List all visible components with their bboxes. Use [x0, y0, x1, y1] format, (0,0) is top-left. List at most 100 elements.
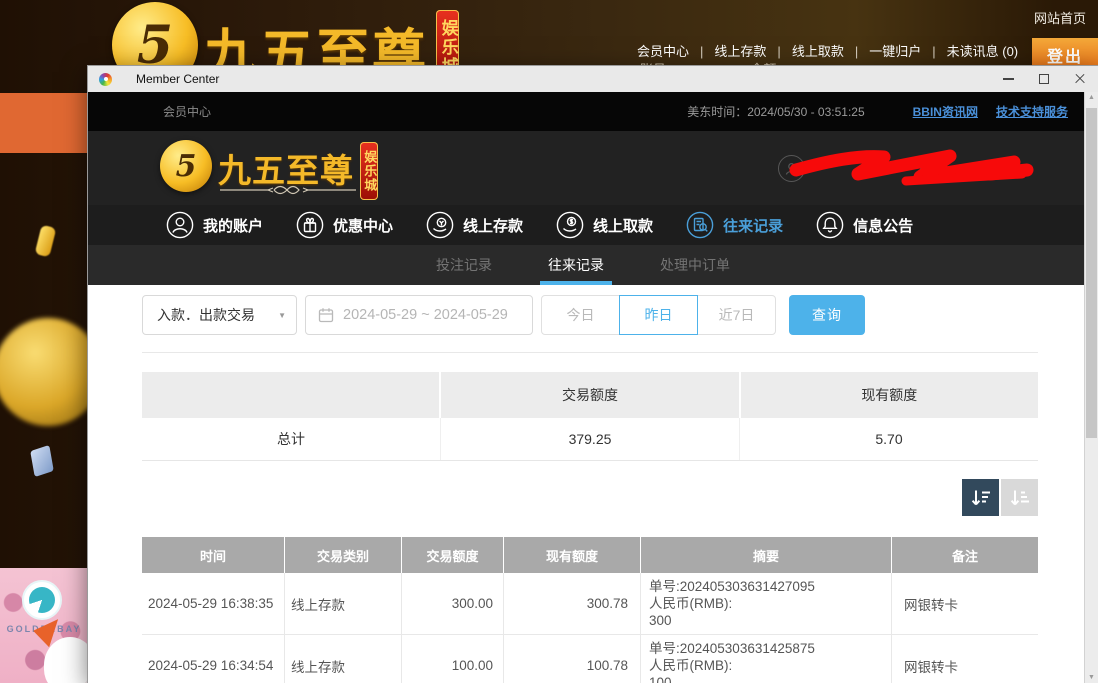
date-range-input[interactable]: 2024-05-29 ~ 2024-05-29 — [305, 295, 533, 335]
sort-controls — [142, 479, 1038, 516]
transaction-type-value: 入款．出款交易 — [157, 305, 278, 325]
nav-label: 我的账户 — [203, 215, 263, 236]
bell-icon — [816, 211, 844, 239]
minimize-button[interactable] — [990, 66, 1026, 92]
cell-balance: 300.78 — [503, 573, 640, 634]
nav-online-withdraw[interactable]: 线上取款 — [556, 211, 653, 239]
sort-ascending-button[interactable] — [1001, 479, 1038, 516]
records-icon — [686, 211, 714, 239]
cell-time: 2024-05-29 16:38:35 — [142, 573, 284, 634]
order-number: 单号:202405303631425875 — [649, 640, 815, 657]
table-row: 2024-05-29 16:38:35 线上存款 300.00 300.78 单… — [142, 573, 1038, 635]
col-summary: 摘要 — [640, 537, 891, 573]
scrollbar-thumb[interactable] — [1086, 108, 1097, 438]
link-withdraw[interactable]: 线上取款 — [766, 41, 843, 60]
goldenbay-logo-icon — [22, 580, 62, 620]
withdraw-coin-icon — [556, 211, 584, 239]
brand-coin-icon: 5 — [160, 140, 212, 192]
summary-table: 交易额度 现有额度 总计 379.25 5.70 — [142, 372, 1038, 461]
link-unread-messages[interactable]: 未读讯息 (0) — [921, 41, 1018, 60]
cell-summary: 单号:202405303631427095 人民币(RMB): 300 — [640, 573, 891, 634]
col-note: 备注 — [891, 537, 1038, 573]
cell-summary: 单号:202405303631425875 人民币(RMB): 100 — [640, 635, 891, 683]
member-center-window: Member Center 会员中心 美东时间：2024/05/30 - 03:… — [88, 66, 1098, 683]
tech-support-link[interactable]: 技术支持服务 — [996, 103, 1068, 120]
link-deposit[interactable]: 线上存款 — [689, 41, 766, 60]
cell-type: 线上存款 — [284, 635, 401, 683]
window-titlebar[interactable]: Member Center — [88, 66, 1098, 92]
nav-transaction-records[interactable]: 往来记录 — [686, 211, 783, 239]
scroll-up-icon[interactable]: ▲ — [1085, 94, 1098, 101]
cell-amount: 300.00 — [401, 573, 503, 634]
site-nav-links: 会员中心 线上存款 线上取款 一键归户 未读讯息 (0) — [637, 41, 1018, 60]
currency-amount: 300 — [649, 612, 815, 629]
site-home-link[interactable]: 网站首页 — [1034, 8, 1086, 27]
cell-type: 线上存款 — [284, 573, 401, 634]
window-header: 5 九五至尊 娱乐城 — [88, 131, 1098, 205]
window-scrollbar[interactable]: ▲ ▼ — [1084, 92, 1098, 683]
app-icon — [99, 73, 112, 86]
goldenbay-banner: GOLDENBAY — [0, 568, 88, 683]
currency-amount: 100 — [649, 674, 815, 683]
cell-note: 网银转卡 — [891, 573, 1038, 634]
summary-header-balance: 现有额度 — [739, 372, 1038, 418]
link-one-key[interactable]: 一键归户 — [844, 41, 921, 60]
maximize-button[interactable] — [1026, 66, 1062, 92]
redaction-scribble — [788, 143, 1038, 193]
calendar-icon — [318, 307, 334, 323]
filter-row: 入款．出款交易 ▼ 2024-05-29 ~ 2024-05-29 今日 昨日 … — [142, 295, 1038, 335]
screen: 5 九五至尊 娱乐城 网站首页 会员中心 线上存款 线上取款 一键归户 未读讯息… — [0, 0, 1098, 683]
scroll-down-icon[interactable]: ▼ — [1085, 674, 1098, 681]
yesterday-button[interactable]: 昨日 — [619, 295, 698, 335]
deposit-coin-icon — [426, 211, 454, 239]
summary-total-balance: 5.70 — [739, 418, 1038, 460]
table-row: 2024-05-29 16:34:54 线上存款 100.00 100.78 单… — [142, 635, 1038, 683]
nav-online-deposit[interactable]: 线上存款 — [426, 211, 523, 239]
cell-time: 2024-05-29 16:34:54 — [142, 635, 284, 683]
main-nav: 我的账户 优惠中心 线上存款 — [88, 205, 1098, 245]
tab-betting-records[interactable]: 投注记录 — [408, 245, 520, 285]
quick-date-group: 今日 昨日 近7日 — [541, 295, 776, 335]
summary-header-amount: 交易额度 — [439, 372, 738, 418]
eastern-time-label: 美东时间：2024/05/30 - 03:51:25 — [687, 103, 864, 120]
link-member-center[interactable]: 会员中心 — [637, 41, 689, 60]
nav-announcements[interactable]: 信息公告 — [816, 211, 913, 239]
content-area: 入款．出款交易 ▼ 2024-05-29 ~ 2024-05-29 今日 昨日 … — [88, 285, 1084, 683]
nav-label: 优惠中心 — [333, 215, 393, 236]
summary-header-empty — [142, 372, 439, 418]
sub-tabs: 投注记录 往来记录 处理中订单 — [88, 245, 1098, 285]
section-label: 会员中心 — [163, 103, 211, 120]
tab-transaction-records[interactable]: 往来记录 — [520, 245, 632, 285]
summary-header-row: 交易额度 现有额度 — [142, 372, 1038, 418]
sort-descending-button[interactable] — [962, 479, 999, 516]
blue-gem — [30, 445, 54, 477]
bbin-news-link[interactable]: BBIN资讯网 — [913, 103, 978, 120]
nav-label: 线上取款 — [593, 215, 653, 236]
col-time: 时间 — [142, 537, 284, 573]
search-button[interactable]: 查询 — [789, 295, 865, 335]
divider — [142, 352, 1038, 353]
table-header-row: 时间 交易类别 交易额度 现有额度 摘要 备注 — [142, 537, 1038, 573]
chevron-down-icon: ▼ — [278, 311, 286, 320]
window-topbar: 会员中心 美东时间：2024/05/30 - 03:51:25 BBIN资讯网 … — [88, 92, 1098, 131]
currency-label: 人民币(RMB): — [649, 595, 815, 612]
cell-amount: 100.00 — [401, 635, 503, 683]
last7days-button[interactable]: 近7日 — [697, 295, 776, 335]
nav-my-account[interactable]: 我的账户 — [166, 211, 263, 239]
summary-total-row: 总计 379.25 5.70 — [142, 418, 1038, 460]
date-range-value: 2024-05-29 ~ 2024-05-29 — [343, 307, 508, 323]
col-type: 交易类别 — [284, 537, 401, 573]
background-orange-banner — [0, 93, 88, 153]
gold-coin-small — [35, 225, 57, 258]
nav-label: 线上存款 — [463, 215, 523, 236]
nav-promotions[interactable]: 优惠中心 — [296, 211, 393, 239]
flourish-ornament — [218, 183, 358, 197]
transaction-type-select[interactable]: 入款．出款交易 ▼ — [142, 295, 297, 335]
today-button[interactable]: 今日 — [541, 295, 620, 335]
gold-coin-large — [0, 318, 102, 426]
close-button[interactable] — [1062, 66, 1098, 92]
cell-note: 网银转卡 — [891, 635, 1038, 683]
nav-label: 往来记录 — [723, 215, 783, 236]
user-icon — [166, 211, 194, 239]
tab-pending-orders[interactable]: 处理中订单 — [632, 245, 758, 285]
